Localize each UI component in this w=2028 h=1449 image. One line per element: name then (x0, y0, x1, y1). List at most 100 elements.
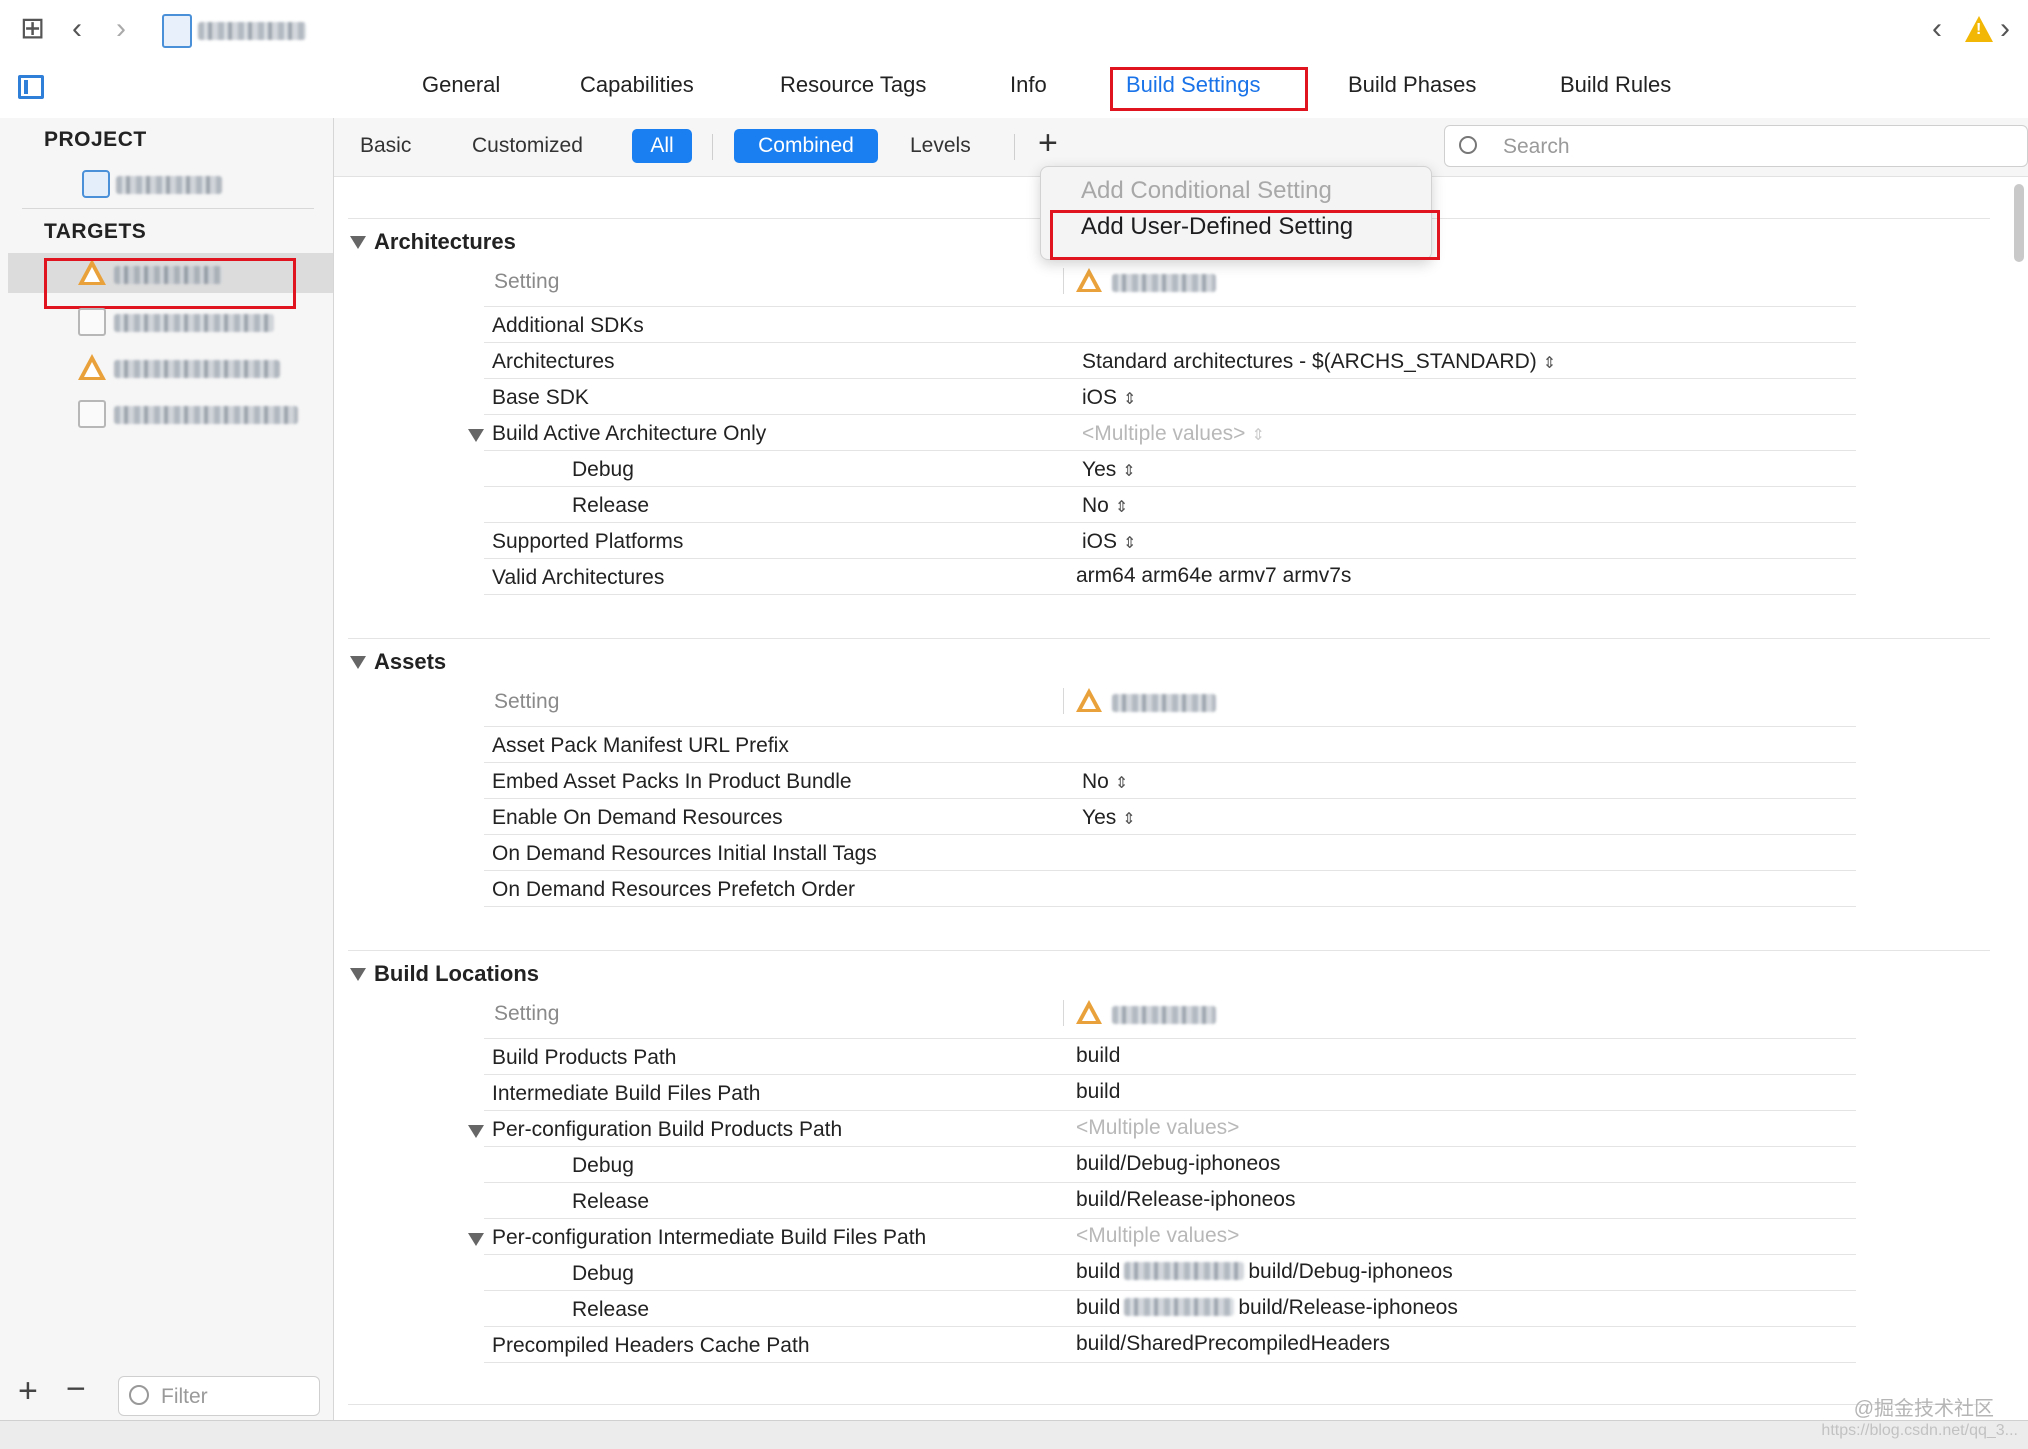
add-setting-button[interactable]: + (1038, 124, 1058, 163)
setting-label[interactable]: Build Products Path (492, 1046, 676, 1070)
stepper-icon: ⇕ (1122, 463, 1136, 480)
prev-issue-chevron-icon[interactable]: ‹ (1932, 0, 1942, 58)
setting-value[interactable]: iOS ⇕ (1082, 530, 1136, 554)
setting-label[interactable]: Architectures (492, 350, 615, 374)
setting-label[interactable]: Base SDK (492, 386, 589, 410)
sidebar-toggle-icon[interactable] (18, 75, 44, 99)
setting-value[interactable]: build (1076, 1044, 1120, 1068)
target-item-2[interactable] (114, 314, 274, 332)
back-chevron-icon[interactable]: ‹ (72, 0, 82, 58)
watermark-url: https://blog.csdn.net/qq_3... (1821, 1422, 2018, 1439)
stepper-icon: ⇕ (1114, 775, 1129, 792)
disclosure-triangle-icon[interactable] (468, 1233, 484, 1246)
setting-value[interactable]: <Multiple values> (1076, 1116, 1239, 1140)
setting-label[interactable]: Precompiled Headers Cache Path (492, 1334, 810, 1358)
grid-icon[interactable]: ⊞ (20, 0, 45, 58)
setting-value[interactable]: build build/Debug-iphoneos (1076, 1260, 1453, 1284)
tab-build-phases[interactable]: Build Phases (1348, 72, 1476, 98)
row-separator (484, 558, 1856, 559)
setting-value[interactable]: build/Release-iphoneos (1076, 1188, 1296, 1212)
setting-label[interactable]: Build Active Architecture Only (492, 422, 766, 446)
app-target-icon-2 (78, 354, 106, 382)
next-issue-chevron-icon[interactable]: › (2000, 0, 2010, 58)
setting-label[interactable]: Additional SDKs (492, 314, 644, 338)
setting-label[interactable]: Embed Asset Packs In Product Bundle (492, 770, 852, 794)
setting-label[interactable]: Intermediate Build Files Path (492, 1082, 760, 1106)
vertical-scrollbar[interactable] (2014, 184, 2024, 262)
extension-target-icon (78, 308, 106, 336)
project-file-icon (162, 14, 192, 48)
setting-label[interactable]: Debug (572, 458, 634, 482)
disclosure-triangle-icon[interactable] (468, 429, 484, 442)
disclosure-triangle-icon[interactable] (350, 236, 366, 249)
setting-label[interactable]: Valid Architectures (492, 566, 664, 590)
watermark: @掘金技术社区 (1853, 1398, 1994, 1420)
setting-value[interactable]: build (1076, 1080, 1120, 1104)
disclosure-triangle-icon[interactable] (468, 1125, 484, 1138)
tab-info[interactable]: Info (1010, 72, 1047, 98)
stepper-icon: ⇕ (1123, 535, 1137, 552)
target-item-3[interactable] (114, 360, 280, 378)
row-separator (484, 726, 1856, 727)
section-title-architectures: Architectures (374, 229, 516, 254)
setting-value[interactable]: Yes ⇕ (1082, 458, 1136, 482)
setting-value[interactable]: No ⇕ (1082, 770, 1128, 794)
project-header: PROJECT (44, 128, 147, 151)
tab-resource-tags[interactable]: Resource Tags (780, 72, 926, 98)
setting-value[interactable]: No ⇕ (1082, 494, 1128, 518)
setting-label[interactable]: Release (572, 494, 649, 518)
setting-label[interactable]: Enable On Demand Resources (492, 806, 783, 830)
blurred-path-segment (1124, 1298, 1235, 1316)
view-combined[interactable]: Combined (734, 129, 878, 163)
view-levels[interactable]: Levels (910, 134, 971, 158)
project-navigator: PROJECT TARGETS + − Filter (0, 118, 334, 1420)
setting-column-header: Setting (494, 270, 560, 293)
filter-icon (129, 1385, 149, 1405)
tab-general[interactable]: General (422, 72, 500, 98)
tab-capabilities[interactable]: Capabilities (580, 72, 694, 98)
project-item[interactable] (116, 176, 222, 194)
navigator-filter-field[interactable]: Filter (118, 1376, 320, 1416)
setting-label[interactable]: Debug (572, 1154, 634, 1178)
warning-icon[interactable]: ! (1965, 16, 1993, 42)
setting-label[interactable]: Asset Pack Manifest URL Prefix (492, 734, 789, 758)
filter-basic[interactable]: Basic (360, 134, 411, 158)
filter-separator (712, 134, 713, 160)
setting-label[interactable]: Supported Platforms (492, 530, 683, 554)
setting-value[interactable]: <Multiple values> (1076, 1224, 1239, 1248)
setting-label[interactable]: Per-configuration Intermediate Build Fil… (492, 1226, 926, 1250)
disclosure-triangle-icon[interactable] (350, 968, 366, 981)
targets-header: TARGETS (44, 220, 147, 243)
setting-value[interactable]: <Multiple values> ⇕ (1082, 422, 1265, 446)
navigator-bottom-bar: + − Filter (0, 1368, 333, 1420)
setting-label[interactable]: On Demand Resources Initial Install Tags (492, 842, 877, 866)
filter-separator-2 (1014, 134, 1015, 160)
setting-value[interactable]: Standard architectures - $(ARCHS_STANDAR… (1082, 350, 1556, 374)
setting-value[interactable]: build build/Release-iphoneos (1076, 1296, 1458, 1320)
search-field[interactable]: Search (1444, 125, 2028, 167)
filter-all[interactable]: All (632, 129, 692, 163)
row-separator (484, 1290, 1856, 1291)
setting-label[interactable]: Release (572, 1298, 649, 1322)
setting-value[interactable]: build/SharedPrecompiledHeaders (1076, 1332, 1390, 1356)
remove-target-icon[interactable]: − (66, 1370, 86, 1409)
row-separator (484, 1254, 1856, 1255)
disclosure-triangle-icon[interactable] (350, 656, 366, 669)
row-separator (484, 798, 1856, 799)
tab-build-rules[interactable]: Build Rules (1560, 72, 1671, 98)
setting-label[interactable]: Release (572, 1190, 649, 1214)
row-separator (484, 1038, 1856, 1039)
column-separator (1063, 688, 1064, 714)
setting-label[interactable]: Debug (572, 1262, 634, 1286)
filter-customized[interactable]: Customized (472, 134, 583, 158)
setting-value[interactable]: build/Debug-iphoneos (1076, 1152, 1280, 1176)
setting-label[interactable]: On Demand Resources Prefetch Order (492, 878, 855, 902)
add-target-icon[interactable]: + (18, 1372, 38, 1411)
forward-chevron-icon[interactable]: › (116, 0, 126, 58)
section-top-line (348, 1404, 1990, 1405)
setting-value[interactable]: iOS ⇕ (1082, 386, 1136, 410)
setting-value[interactable]: arm64 arm64e armv7 armv7s (1076, 564, 1351, 588)
setting-label[interactable]: Per-configuration Build Products Path (492, 1118, 842, 1142)
setting-value[interactable]: Yes ⇕ (1082, 806, 1136, 830)
target-item-4[interactable] (114, 406, 298, 424)
